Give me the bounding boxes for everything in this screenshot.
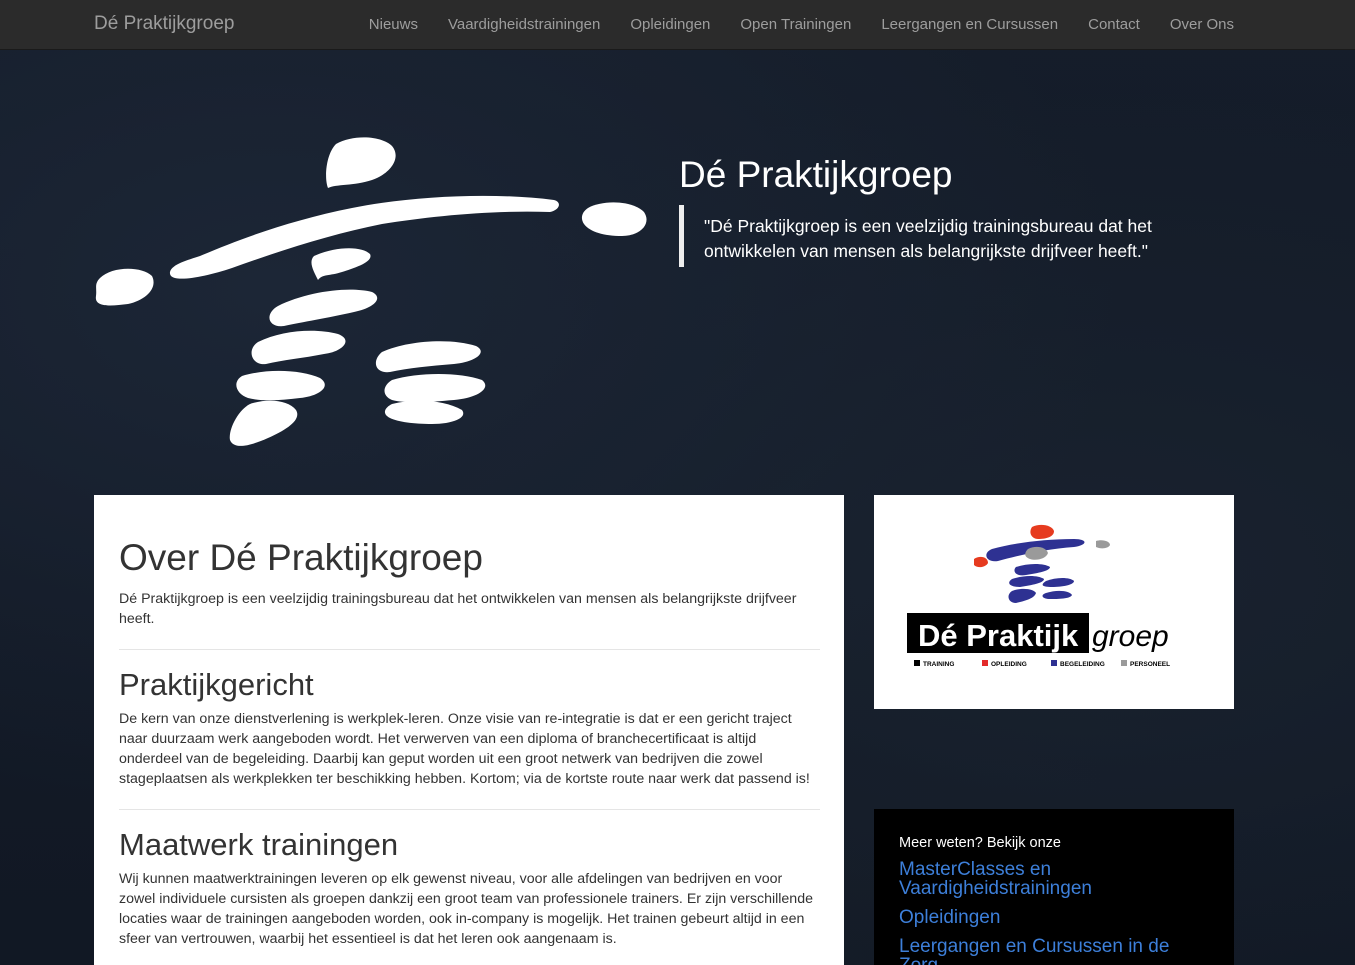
main-content-panel: Over Dé Praktijkgroep Dé Praktijkgroep i… [94,495,844,965]
sidebar-link-leergangen-zorg[interactable]: Leergangen en Cursussen in de Zorg [899,937,1210,965]
nav-item-opleidingen[interactable]: Opleidingen [615,0,725,50]
logo-tag-opleiding: OPLEIDING [991,661,1027,668]
top-navbar: Dé Praktijkgroep Nieuws Vaardigheidstrai… [0,0,1355,50]
nav-item-vaardigheidstrainingen[interactable]: Vaardigheidstrainingen [433,0,615,50]
intro-text: Dé Praktijkgroep is een veelzijdig train… [119,591,797,627]
nav-item-open-trainingen[interactable]: Open Trainingen [725,0,866,50]
section-heading-praktijkgericht: Praktijkgericht [119,667,314,702]
sidebar-logo-box: Dé Praktijk groep TRAINING OPLEIDING BEG… [874,495,1234,709]
sidebar-link-opleidingen[interactable]: Opleidingen [899,908,1210,927]
sidebar-link-masterclasses[interactable]: MasterClasses en Vaardigheidstrainingen [899,860,1210,898]
divider [119,809,820,810]
hero-title: Dé Praktijkgroep [679,154,953,195]
page-title: Over Dé Praktijkgroep [119,537,483,578]
nav-item-leergangen[interactable]: Leergangen en Cursussen [866,0,1073,50]
logo-wordmark-italic: groep [1092,620,1169,653]
hero-figure-logo [95,137,647,446]
nav-item-over-ons[interactable]: Over Ons [1155,0,1234,50]
hero-quote: "Dé Praktijkgroep is een veelzijdig trai… [679,205,1199,267]
section-heading-maatwerk: Maatwerk trainingen [119,827,399,862]
logo-tag-training: TRAINING [923,661,954,668]
nav-menu: Nieuws Vaardigheidstrainingen Opleidinge… [354,0,1234,50]
logo-wordmark-bold: Dé Praktijk [918,618,1079,653]
company-logo: Dé Praktijk groep TRAINING OPLEIDING BEG… [907,524,1170,668]
sidebar-links-lead: Meer weten? Bekijk onze [899,835,1061,851]
sidebar-links-box: Meer weten? Bekijk onze MasterClasses en… [874,809,1234,965]
logo-tag-personeel: PERSONEEL [1130,661,1170,668]
logo-tag-begeleiding: BEGELEIDING [1060,661,1105,668]
section-text-maatwerk: Wij kunnen maatwerktrainingen leveren op… [119,871,813,947]
section-text-praktijkgericht: De kern van onze dienstverlening is werk… [119,711,810,787]
nav-item-nieuws[interactable]: Nieuws [354,0,433,50]
nav-item-contact[interactable]: Contact [1073,0,1155,50]
divider [119,649,820,650]
navbar-brand[interactable]: Dé Praktijkgroep [94,13,234,35]
